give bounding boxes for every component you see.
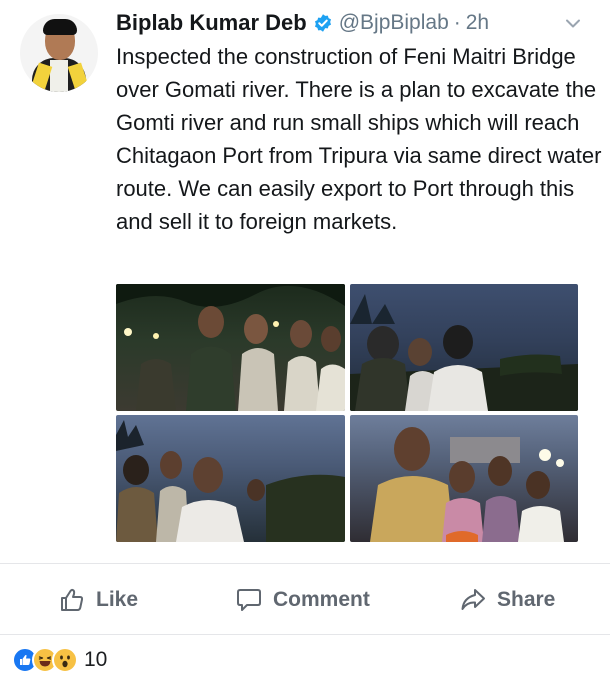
divider [0, 563, 610, 564]
share-label: Share [497, 588, 556, 611]
thumbs-up-icon [61, 588, 84, 611]
photo-1[interactable] [116, 284, 345, 411]
like-label: Like [96, 588, 139, 611]
avatar[interactable] [20, 14, 98, 92]
photo-2[interactable] [350, 284, 578, 411]
separator-dot: · [453, 11, 461, 34]
verified-badge-icon [314, 14, 331, 32]
share-button[interactable]: Share [459, 578, 555, 622]
comment-button[interactable]: Comment [235, 578, 370, 622]
reaction-summary[interactable]: 10 [12, 646, 107, 674]
wow-icon [52, 647, 78, 673]
like-button[interactable]: Like [58, 578, 138, 622]
comment-label: Comment [273, 588, 370, 611]
reaction-count[interactable]: 10 [84, 648, 107, 672]
author-handle[interactable]: @BjpBiplab [339, 11, 449, 35]
photo-4[interactable] [350, 415, 578, 542]
divider [0, 634, 610, 635]
tweet-text: Inspected the construction of Feni Maitr… [116, 44, 602, 234]
chevron-down-icon[interactable] [565, 18, 581, 30]
share-icon [461, 589, 485, 610]
action-bar: Like Comment Share [0, 578, 610, 622]
tweet-header: Biplab Kumar Deb @BjpBiplab · 2h [116, 8, 489, 38]
comment-icon [237, 589, 261, 611]
timestamp[interactable]: 2h [466, 11, 489, 35]
tweet-card: Biplab Kumar Deb @BjpBiplab · 2h Inspect… [0, 0, 610, 552]
author-name[interactable]: Biplab Kumar Deb [116, 10, 307, 36]
photo-3[interactable] [116, 415, 345, 542]
